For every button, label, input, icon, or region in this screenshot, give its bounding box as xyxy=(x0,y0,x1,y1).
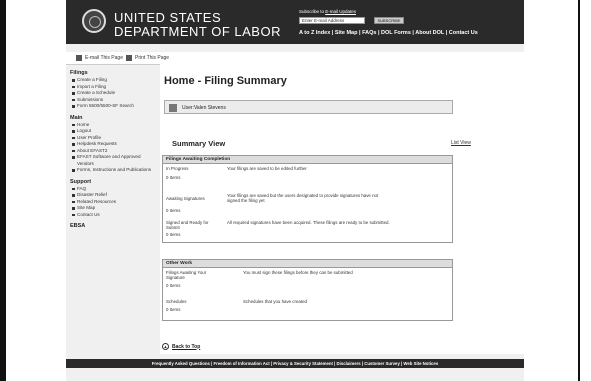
site-header: UNITED STATES DEPARTMENT OF LABOR Subscr… xyxy=(66,0,524,44)
row-description: Schedules that you have created xyxy=(243,299,307,304)
back-to-top-link[interactable]: ▲ Back to Top xyxy=(162,343,200,350)
dol-seal-logo[interactable] xyxy=(82,9,106,33)
sidebar-list-filings: Create a Filing Import a Filing Create a… xyxy=(70,77,158,110)
subscribe-prefix: Subscribe to xyxy=(299,9,326,14)
row-label: Schedules xyxy=(166,299,187,304)
subscribe-button[interactable]: SUBSCRIBE xyxy=(374,17,404,24)
row-count: 0 Items xyxy=(166,307,181,312)
sidebar-list-support: FAQ Disaster Relief Related Resources Si… xyxy=(70,186,158,219)
row-description: You must sign these filings before they … xyxy=(243,270,353,275)
sidebar-item-forms-publications[interactable]: Forms, Instructions and Publications xyxy=(70,167,158,174)
row-count: 0 Items xyxy=(166,175,181,180)
row-count: 0 Items xyxy=(166,208,181,213)
sidebar-item-form-search[interactable]: Form 5500/5500-SF Search xyxy=(70,103,158,110)
sidebar-heading-ebsa[interactable]: EBSA xyxy=(70,223,158,229)
top-nav-links[interactable]: A to Z Index | Site Map | FAQs | DOL For… xyxy=(299,30,478,36)
page-title: Home - Filing Summary xyxy=(164,75,287,87)
email-page-label: E-mail This Page xyxy=(85,55,123,61)
row-description: Your filings are saved to be edited furt… xyxy=(227,166,307,171)
window-frame-left xyxy=(0,0,6,381)
back-to-top-label: Back to Top xyxy=(172,343,201,350)
panel-heading: Filings Awaiting Completion xyxy=(163,156,452,164)
page: UNITED STATES DEPARTMENT OF LABOR Subscr… xyxy=(66,0,524,381)
user-icon xyxy=(169,104,177,112)
subscribe-label: Subscribe to E-mail Updates xyxy=(299,9,356,14)
row-description: Your filings are saved but the users des… xyxy=(227,193,379,203)
site-footer-links[interactable]: Frequently Asked Questions | Freedom of … xyxy=(66,359,524,368)
sidebar-item-contact-us[interactable]: Contact Us xyxy=(70,212,158,219)
email-page-link[interactable]: E-mail This Page xyxy=(76,55,123,61)
user-label: User:Valen Stevens xyxy=(182,105,226,111)
email-updates-link[interactable]: E-mail Updates xyxy=(325,9,356,14)
sidebar-list-main: Home Logout User Profile Helpdesk Reques… xyxy=(70,122,158,174)
sidebar-heading-filings: Filings xyxy=(70,70,88,76)
row-description: All required signatures have been acquir… xyxy=(227,220,390,225)
row-count: 0 Items xyxy=(166,232,181,237)
print-page-label: Print This Page xyxy=(135,55,170,61)
filings-awaiting-panel: Filings Awaiting Completion In Progress … xyxy=(162,155,453,243)
print-icon xyxy=(126,55,132,61)
sidebar-heading-main: Main xyxy=(70,114,83,121)
row-label: In Progress xyxy=(166,166,189,171)
row-count: 0 Items xyxy=(166,283,181,288)
row-label: Filings Awaiting Your Signature xyxy=(166,270,207,280)
arrow-up-icon: ▲ xyxy=(162,343,169,350)
sidebar-nav: Filings Create a Filing Import a Filing … xyxy=(70,68,158,229)
row-label: Awaiting Signatures xyxy=(166,196,205,201)
sidebar-heading-support: Support xyxy=(70,178,92,185)
agency-name-line2: DEPARTMENT OF LABOR xyxy=(114,24,281,39)
agency-name-line1: UNITED STATES xyxy=(114,10,222,25)
user-info-box: User:Valen Stevens xyxy=(164,100,453,114)
list-view-link[interactable]: List View xyxy=(451,140,471,146)
sidebar-item-software-vendors[interactable]: EFAST Software and Approved Vendors xyxy=(70,154,158,167)
window-frame-right xyxy=(578,0,591,381)
panel-heading: Other Work xyxy=(163,260,452,268)
print-page-link[interactable]: Print This Page xyxy=(126,55,169,61)
subscribe-email-input[interactable]: Enter E-mail Address xyxy=(299,17,365,24)
email-icon xyxy=(76,55,82,61)
row-label: Signed and Ready for Submit xyxy=(166,220,209,230)
main-content: Home - Filing Summary User:Valen Stevens… xyxy=(160,64,524,354)
other-work-panel: Other Work Filings Awaiting Your Signatu… xyxy=(162,259,453,321)
summary-view-heading: Summary View xyxy=(172,139,226,148)
